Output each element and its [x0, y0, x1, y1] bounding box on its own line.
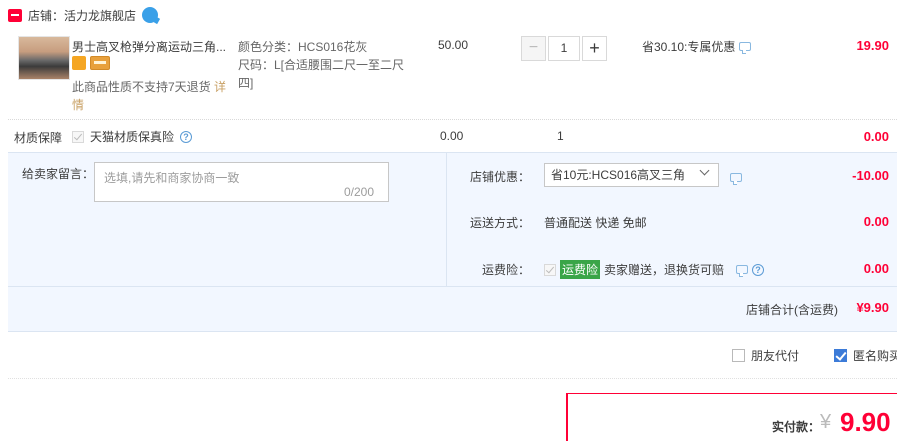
material-qty: 1 — [557, 129, 564, 143]
shop-discount-select[interactable]: 省10元:HCS016高叉三角 — [544, 163, 719, 187]
payment-label: 实付款： — [772, 420, 821, 434]
no-return-text: 此商品性质不支持7天退货 — [72, 80, 211, 94]
quantity-increase-button[interactable]: + — [582, 36, 607, 61]
shipping-value: 0.00 — [863, 214, 889, 229]
guarantee-badge-icon[interactable] — [72, 56, 86, 70]
shop-header: 店铺： 活力龙旗舰店 — [8, 6, 159, 24]
anonymous-checkbox[interactable] — [834, 349, 847, 362]
anonymous-label: 匿名购买 — [853, 349, 897, 363]
help-icon[interactable]: ? — [180, 130, 193, 143]
payment-currency: ¥ — [820, 411, 832, 433]
shipping-label: 运送方式： — [470, 216, 531, 230]
freight-insurance-checkbox[interactable] — [544, 263, 556, 276]
material-price: 0.00 — [440, 129, 464, 143]
shop-discount-value: -10.00 — [852, 168, 889, 183]
shop-label: 店铺： — [28, 8, 65, 23]
material-option: 天猫材质保真险 ? — [72, 128, 193, 145]
product-title-link[interactable]: 男士高叉枪弹分离运动三角... — [72, 38, 232, 55]
no-return-notice: 此商品性质不支持7天退货 详情 — [72, 78, 232, 114]
shop-total-label: 店铺合计(含运费) — [746, 303, 838, 317]
freight-insurance-desc: 卖家赠送，退换货可赔 — [604, 263, 725, 277]
insurance-help-icon[interactable]: ? — [752, 263, 765, 276]
material-label: 材质保障 — [14, 131, 63, 145]
sku-info: 颜色分类：HCS016花灰 尺码：L[合适腰围二尺一至二尺四] — [238, 38, 408, 92]
sku-size: 尺码：L[合适腰围二尺一至二尺四] — [238, 58, 405, 90]
shop-discount-label: 店铺优惠： — [470, 170, 531, 184]
quantity-decrease-button[interactable]: − — [521, 36, 546, 61]
discount-info-icon[interactable] — [730, 173, 742, 185]
credit-card-badge-icon[interactable] — [90, 56, 110, 70]
insurance-chat-icon[interactable] — [736, 265, 749, 277]
friend-pay-label: 朋友代付 — [751, 349, 800, 363]
item-subtotal: 19.90 — [856, 38, 889, 53]
friend-pay-option[interactable]: 朋友代付 — [732, 347, 799, 364]
freight-insurance-option: 运费险 卖家赠送，退换货可赔 ? — [544, 260, 765, 279]
freight-insurance-label: 运费险： — [482, 263, 531, 277]
order-item-row: 男士高叉枪弹分离运动三角... 此商品性质不支持7天退货 详情 颜色分类：HCS… — [8, 28, 897, 120]
material-insurance-checkbox[interactable] — [72, 130, 84, 143]
divider — [8, 378, 897, 379]
unit-price: 50.00 — [438, 38, 469, 52]
material-option-label: 天猫材质保真险 — [90, 130, 175, 144]
seller-message-placeholder: 选填,请先和商家协商一致 — [104, 171, 240, 185]
freight-insurance-value: 0.00 — [863, 261, 889, 276]
shop-total-value: ¥9.90 — [856, 300, 889, 315]
freight-insurance-tag: 运费险 — [560, 260, 601, 279]
anonymous-option[interactable]: 匿名购买 — [834, 347, 897, 364]
shipping-method: 普通配送 快递 免邮 — [544, 216, 647, 230]
quantity-input[interactable]: 1 — [548, 36, 580, 61]
friend-pay-checkbox[interactable] — [732, 349, 745, 362]
chevron-down-icon[interactable] — [700, 167, 710, 177]
promo-text: 省30.10:专属优惠 — [642, 40, 736, 54]
seller-message-label: 给卖家留言： — [22, 167, 95, 181]
promo-info-icon[interactable] — [739, 42, 752, 54]
material-guarantee-row: 材质保障 天猫材质保真险 ? 0.00 1 0.00 — [0, 123, 897, 151]
wangwang-chat-icon[interactable] — [142, 7, 159, 23]
material-total: 0.00 — [863, 129, 889, 144]
item-promo: 省30.10:专属优惠 — [642, 38, 752, 55]
panel-divider — [446, 152, 447, 286]
shop-icon — [8, 8, 22, 22]
payment-amount: 9.90 — [840, 407, 891, 437]
shop-name-link[interactable]: 活力龙旗舰店 — [64, 7, 136, 24]
sku-color: 颜色分类：HCS016花灰 — [238, 40, 368, 54]
product-thumbnail[interactable] — [18, 36, 70, 80]
seller-message-counter: 0/200 — [344, 185, 375, 199]
